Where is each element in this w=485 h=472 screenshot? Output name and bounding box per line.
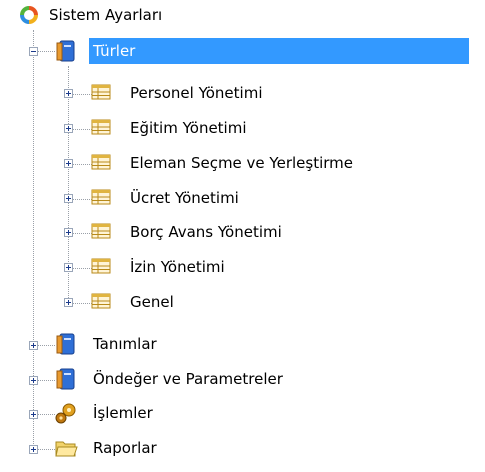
tree-node-turler[interactable]: Türler	[0, 36, 485, 66]
expand-toggle-icon[interactable]	[29, 341, 38, 350]
table-icon	[91, 293, 111, 309]
tree-node-ondeger[interactable]: Öndeğer ve Parametreler	[0, 364, 485, 394]
expand-toggle-icon[interactable]	[29, 376, 38, 385]
expand-toggle-icon[interactable]	[29, 410, 38, 419]
folder-icon	[55, 441, 78, 457]
tree-child-genel[interactable]: Genel	[0, 287, 485, 317]
tree-node-label: Eleman Seçme ve Yerleştirme	[130, 154, 354, 172]
table-icon	[91, 84, 111, 100]
expand-toggle-icon[interactable]	[64, 159, 73, 168]
tree-child-ucret-yonetimi[interactable]: Ücret Yönetimi	[0, 183, 485, 213]
system-settings-icon	[20, 6, 38, 24]
tree-node-label: Personel Yönetimi	[130, 84, 263, 102]
tree-child-egitim-yonetimi[interactable]: Eğitim Yönetimi	[0, 113, 485, 143]
expand-toggle-icon[interactable]	[29, 445, 38, 454]
tree-node-label: Borç Avans Yönetimi	[130, 223, 282, 241]
tree-node-raporlar[interactable]: Raporlar	[0, 433, 485, 463]
tree-child-borc-avans[interactable]: Borç Avans Yönetimi	[0, 217, 485, 247]
tree-node-label: Eğitim Yönetimi	[130, 119, 247, 137]
tree-node-label: Tanımlar	[93, 335, 157, 353]
expand-toggle-icon[interactable]	[64, 124, 73, 133]
tree-node-label: Ücret Yönetimi	[130, 189, 239, 207]
table-icon	[91, 119, 111, 135]
expand-toggle-icon[interactable]	[64, 89, 73, 98]
tree-node-label: İzin Yönetimi	[130, 258, 225, 276]
tree-child-izin-yonetimi[interactable]: İzin Yönetimi	[0, 252, 485, 282]
tree-child-personel-yonetimi[interactable]: Personel Yönetimi	[0, 78, 485, 108]
expand-toggle-icon[interactable]	[64, 194, 73, 203]
tree-node-label: Öndeğer ve Parametreler	[93, 370, 283, 388]
table-icon	[91, 223, 111, 239]
tree-root[interactable]: Sistem Ayarları	[0, 0, 485, 30]
tree-node-label: Raporlar	[93, 439, 157, 457]
expand-toggle-icon[interactable]	[64, 298, 73, 307]
gears-icon	[55, 403, 76, 424]
tree-node-label: İşlemler	[93, 404, 153, 422]
blue-book-icon	[56, 40, 75, 62]
tree-root-label: Sistem Ayarları	[49, 6, 163, 24]
expand-toggle-icon[interactable]	[64, 263, 73, 272]
tree-node-label: Genel	[130, 293, 174, 311]
tree-node-tanimlar[interactable]: Tanımlar	[0, 329, 485, 359]
blue-book-icon	[56, 368, 75, 390]
table-icon	[91, 258, 111, 274]
tree-node-islemler[interactable]: İşlemler	[0, 398, 485, 428]
tree-node-label: Türler	[89, 38, 469, 64]
table-icon	[91, 154, 111, 170]
settings-tree: Sistem Ayarları Türler Personel Yönetimi	[0, 0, 485, 472]
collapse-toggle-icon[interactable]	[29, 47, 38, 56]
table-icon	[91, 189, 111, 205]
tree-child-eleman-secme[interactable]: Eleman Seçme ve Yerleştirme	[0, 148, 485, 178]
expand-toggle-icon[interactable]	[64, 228, 73, 237]
blue-book-icon	[56, 333, 75, 355]
